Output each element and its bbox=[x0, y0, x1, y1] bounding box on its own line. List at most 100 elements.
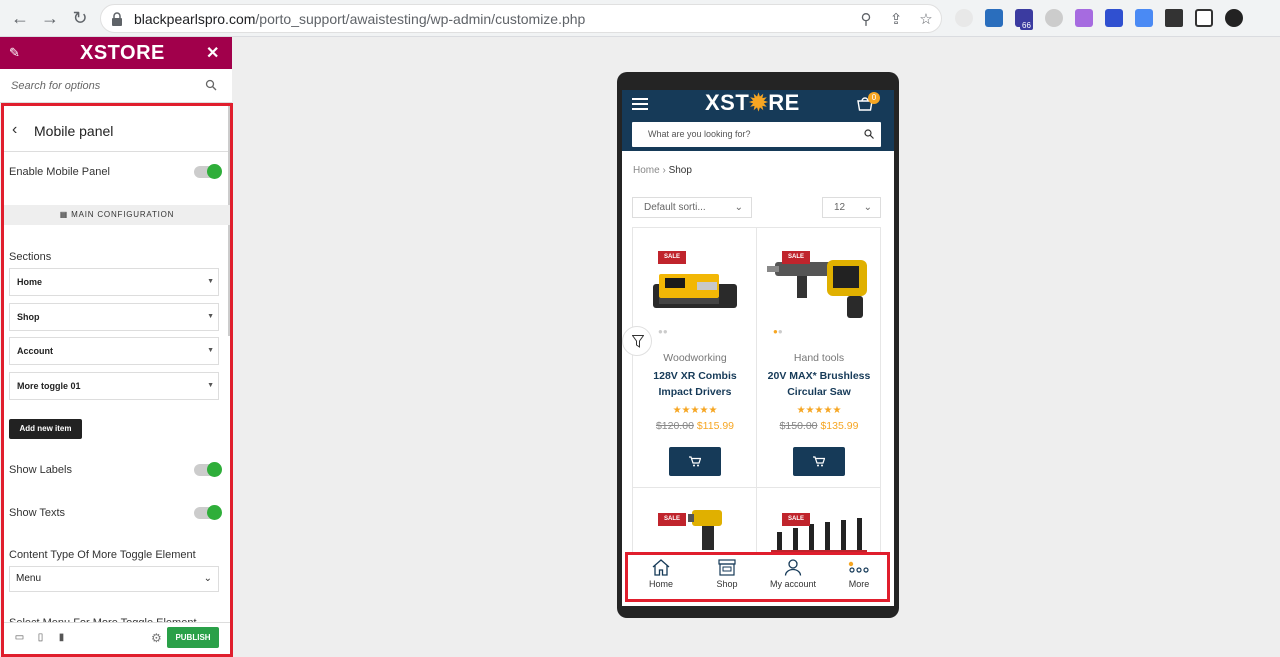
mobile-preview-icon[interactable]: ▮ bbox=[56, 632, 67, 643]
options-search[interactable]: Search for options bbox=[0, 69, 232, 103]
lock-icon bbox=[112, 12, 122, 26]
video-extension-icon[interactable] bbox=[1105, 9, 1123, 27]
show-texts-label: Show Texts bbox=[9, 507, 66, 519]
layout-icon: ▦ bbox=[59, 210, 69, 219]
mobile-panel-home[interactable]: Home bbox=[628, 559, 694, 589]
sale-badge: SALE bbox=[782, 251, 810, 264]
section-select-account[interactable]: Account ▼ bbox=[9, 337, 219, 365]
image-dots[interactable]: ●● bbox=[658, 327, 668, 336]
sale-badge: SALE bbox=[658, 513, 686, 526]
customizer-header: ✎ XSTORE ✕ bbox=[0, 37, 232, 69]
mobile-panel-account[interactable]: My account bbox=[760, 559, 826, 589]
gear-logo-icon: ✹ bbox=[749, 90, 769, 115]
recycle-extension-icon[interactable] bbox=[955, 9, 973, 27]
filter-button[interactable] bbox=[622, 326, 652, 356]
battery-product-image[interactable] bbox=[649, 268, 741, 312]
panel-title-bar: ‹ Mobile panel bbox=[4, 106, 230, 152]
filter-icon bbox=[632, 335, 644, 348]
globe-extension-icon[interactable] bbox=[1045, 9, 1063, 27]
enable-mobile-panel-label: Enable Mobile Panel bbox=[9, 166, 110, 178]
bookmark-star-icon[interactable]: ☆ bbox=[917, 11, 935, 29]
tablet-preview-icon[interactable]: ▯ bbox=[35, 632, 46, 643]
site-search-placeholder: What are you looking for? bbox=[648, 129, 751, 139]
add-new-item-button[interactable]: Add new item bbox=[9, 419, 82, 439]
desktop-preview-icon[interactable]: ▭ bbox=[14, 632, 25, 643]
mobile-panel-more[interactable]: More bbox=[826, 559, 892, 589]
publish-button[interactable]: PUBLISH bbox=[167, 627, 219, 648]
sidepanel-icon[interactable] bbox=[1195, 9, 1213, 27]
zoom-icon[interactable]: ⚲ bbox=[857, 11, 875, 29]
content-type-label: Content Type Of More Toggle Element bbox=[9, 549, 196, 561]
cart-icon bbox=[813, 456, 825, 467]
reload-icon[interactable]: ↻ bbox=[70, 8, 90, 28]
address-bar[interactable]: blackpearlspro.com/porto_support/awaiste… bbox=[100, 4, 942, 33]
product-name-line1[interactable]: 128V XR Combis bbox=[633, 368, 757, 384]
mobile-panel-shop[interactable]: Shop bbox=[694, 559, 760, 589]
product-card[interactable]: SALE ●● Woodworking 128V XR Combis Impac… bbox=[633, 228, 757, 488]
forward-arrow-icon[interactable]: → bbox=[40, 8, 60, 28]
back-arrow-icon[interactable]: ← bbox=[10, 8, 30, 28]
main-configuration-header: ▦ MAIN CONFIGURATION bbox=[4, 205, 230, 225]
section-select-more-toggle[interactable]: More toggle 01 ▼ bbox=[9, 372, 219, 400]
product-category[interactable]: Woodworking bbox=[633, 352, 757, 364]
site-logo[interactable]: XST✹RE bbox=[705, 90, 800, 116]
image-dots[interactable]: ●● bbox=[773, 327, 783, 336]
profile-avatar[interactable] bbox=[1225, 9, 1243, 27]
pen-extension-icon[interactable] bbox=[1075, 9, 1093, 27]
product-name-line1[interactable]: 20V MAX* Brushless bbox=[757, 368, 881, 384]
product-card[interactable]: SALE ●● Hand tools 20V MAX* Brushless Ci… bbox=[757, 228, 881, 488]
site-header: XST✹RE 0 What are you looking for? bbox=[622, 90, 894, 151]
panel-title: Mobile panel bbox=[34, 123, 114, 139]
translate-extension-icon[interactable] bbox=[1135, 9, 1153, 27]
per-page-select[interactable]: 12 ⌄ bbox=[822, 197, 881, 218]
add-to-cart-button[interactable] bbox=[669, 447, 721, 476]
mobile-screen: XST✹RE 0 What are you looking for? Home … bbox=[622, 90, 894, 606]
browser-toolbar: ← → ↻ blackpearlspro.com/porto_support/a… bbox=[0, 0, 1280, 37]
close-icon[interactable]: ✕ bbox=[206, 43, 219, 63]
sort-select[interactable]: Default sorti... ⌄ bbox=[632, 197, 752, 218]
sections-label: Sections bbox=[9, 251, 52, 263]
add-to-cart-button[interactable] bbox=[793, 447, 845, 476]
shop-icon bbox=[718, 559, 736, 576]
more-icon bbox=[848, 561, 869, 573]
breadcrumb: Home › Shop bbox=[633, 165, 692, 176]
share-icon[interactable]: ⇪ bbox=[887, 11, 905, 29]
pin-icon[interactable]: ✎ bbox=[9, 45, 20, 61]
hamburger-menu-icon[interactable] bbox=[632, 98, 648, 110]
site-search-input[interactable]: What are you looking for? bbox=[632, 122, 881, 147]
drill-product-image[interactable] bbox=[688, 506, 728, 556]
section-select-shop[interactable]: Shop ▼ bbox=[9, 303, 219, 331]
breadcrumb-home[interactable]: Home bbox=[633, 165, 660, 176]
chevron-down-icon: ⌄ bbox=[863, 202, 872, 213]
search-icon[interactable] bbox=[205, 79, 217, 91]
chevron-down-icon: ⌄ bbox=[203, 573, 212, 584]
product-name-line2[interactable]: Impact Drivers bbox=[633, 384, 757, 400]
chevron-down-icon: ⌄ bbox=[734, 202, 743, 213]
breadcrumb-current: Shop bbox=[668, 165, 692, 176]
mobile-bottom-panel: Home Shop My account More bbox=[625, 552, 890, 602]
caret-down-icon: ▼ bbox=[207, 347, 214, 354]
content-type-select[interactable]: Menu ⌄ bbox=[9, 566, 219, 592]
show-texts-toggle[interactable] bbox=[194, 505, 222, 520]
show-labels-toggle[interactable] bbox=[194, 462, 222, 477]
search-icon[interactable] bbox=[864, 129, 874, 139]
chevron-left-icon[interactable]: ‹ bbox=[12, 121, 17, 139]
section-select-home[interactable]: Home ▼ bbox=[9, 268, 219, 296]
enable-mobile-panel-toggle[interactable] bbox=[194, 164, 222, 179]
puzzle-extensions-icon[interactable] bbox=[1165, 9, 1183, 27]
product-category[interactable]: Hand tools bbox=[757, 352, 881, 364]
sale-badge: SALE bbox=[658, 251, 686, 264]
show-labels-label: Show Labels bbox=[9, 464, 72, 476]
gear-icon[interactable]: ⚙ bbox=[151, 631, 162, 645]
screen-extension-icon[interactable] bbox=[985, 9, 1003, 27]
rating-stars: ★★★★★ bbox=[672, 405, 718, 416]
search-placeholder: Search for options bbox=[11, 80, 101, 92]
product-price: $120.00 $115.99 bbox=[655, 420, 735, 432]
user-icon bbox=[784, 559, 802, 576]
rating-stars: ★★★★★ bbox=[796, 405, 842, 416]
sale-badge: SALE bbox=[782, 513, 810, 526]
product-grid: SALE ●● Woodworking 128V XR Combis Impac… bbox=[632, 227, 881, 568]
mobile-preview-frame: XST✹RE 0 What are you looking for? Home … bbox=[617, 72, 899, 618]
brand-logo: XSTORE bbox=[80, 42, 165, 64]
product-name-line2[interactable]: Circular Saw bbox=[757, 384, 881, 400]
